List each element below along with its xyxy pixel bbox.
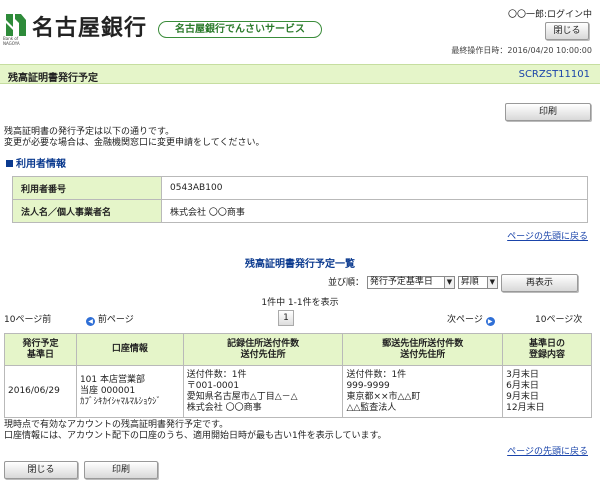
bank-logo-icon [6,14,26,36]
user-number-value: 0543AB100 [161,176,588,200]
section-square-icon [6,160,13,167]
cell-account: 101 本店営業部 当座 000001 ｶﾌﾞｼｷｶｲｼｬﾏﾙﾏﾙｼｮｳｼﾞ [75,365,184,418]
cell-date: 2016/06/29 [4,365,77,418]
pager-next: 次ページ ▶ [447,312,495,326]
col-header-registered: 基準日の 登録内容 [502,333,592,366]
col-header-record-address: 記録住所送付件数 送付先住所 [182,333,344,366]
screen-code: SCRZST11101 [518,69,590,80]
print-button-top[interactable]: 印刷 [505,103,591,121]
close-button-top[interactable]: 閉じる [545,22,589,40]
user-status: 〇〇一郎:ログイン中 [507,10,592,20]
print-button-bottom[interactable]: 印刷 [84,461,158,479]
page-title: 残高証明書発行予定 [8,73,98,84]
close-button-bottom[interactable]: 閉じる [4,461,78,479]
cell-mail-address: 送付件数：1件 999-9999 東京都××市△△町 △△監査法人 [342,365,504,418]
cell-record-address: 送付件数：1件 〒001-0001 愛知県名古屋市△丁目△－△ 株式会社 〇〇商… [182,365,344,418]
list-title: 残高証明書発行予定一覧 [245,259,355,270]
user-number-label: 利用者番号 [12,176,162,200]
sort-label: 並び順： [328,278,365,288]
back-to-top-link-bottom[interactable]: ページの先頭に戻る [507,444,588,457]
intro-text: 残高証明書の発行予定は以下の通りです。 変更が必要な場合は、金融機関窓口に変更申… [4,127,264,149]
col-header-date: 発行予定 基準日 [4,333,77,366]
intro-line-2: 変更が必要な場合は、金融機関窓口に変更申請をしてください。 [4,138,265,148]
col-header-mail-address: 郵送先住所送付件数 送付先住所 [342,333,504,366]
intro-line-1: 残高証明書の発行予定は以下の通りです。 [4,127,175,137]
pager-prev: ◀ 前ページ [86,312,134,326]
sort-key-select[interactable]: 発行予定基準日 ▼ [366,276,455,289]
note-line-1: 現時点で有効なアカウントの残高証明書発行予定です。 [4,420,229,430]
cell-registered: 3月末日 6月末日 9月末日 12月末日 [502,365,592,418]
pager-current-page[interactable]: 1 [278,310,294,326]
user-info-table: 利用者番号 0543AB100 法人名／個人事業者名 株式会社 〇〇商事 [12,176,588,223]
logo-subtext: Bank of NAGOYA [3,36,20,46]
pager-next10: 10ページ次 [535,315,583,325]
company-name-label: 法人名／個人事業者名 [12,199,162,223]
pager-prev10: 10ページ前 [4,315,52,325]
col-header-account: 口座情報 [75,333,184,366]
chevron-down-icon: ▼ [486,277,497,288]
redisplay-button[interactable]: 再表示 [501,274,578,292]
notes-text: 現時点で有効なアカウントの残高証明書発行予定です。 口座情報には、アカウント配下… [4,420,387,442]
bank-name: 名古屋銀行 [32,16,148,41]
back-to-top-link[interactable]: ページの先頭に戻る [507,229,588,242]
page-title-bar: 残高証明書発行予定 SCRZST11101 [0,64,600,84]
last-operation-time: 最終操作日時：2016/04/20 10:00:00 [451,46,592,55]
sort-order-select[interactable]: 昇順 ▼ [457,276,498,289]
table-row: 2016/06/29 101 本店営業部 当座 000001 ｶﾌﾞｼｷｶｲｼｬ… [4,365,592,418]
user-info-heading: 利用者情報 [6,155,66,170]
service-name-badge: 名古屋銀行でんさいサービス [158,21,322,38]
sort-controls: 並び順： 発行予定基準日 ▼ 昇順 ▼ [328,276,498,290]
company-name-value: 株式会社 〇〇商事 [161,199,588,223]
result-count: 1件中 1-1件を表示 [261,298,339,308]
table-row: 利用者番号 0543AB100 [12,176,588,200]
arrow-right-icon: ▶ [485,317,495,326]
arrow-left-icon: ◀ [86,317,95,326]
table-row: 法人名／個人事業者名 株式会社 〇〇商事 [12,199,588,223]
chevron-down-icon: ▼ [443,277,454,288]
schedule-table: 発行予定 基準日 口座情報 記録住所送付件数 送付先住所 郵送先住所送付件数 送付先住… [4,333,592,418]
table-header-row: 発行予定 基準日 口座情報 記録住所送付件数 送付先住所 郵送先住所送付件数 送付先住… [4,333,592,366]
note-line-2: 口座情報には、アカウント配下の口座のうち、適用開始日時が最も古い1件を表示してい… [4,431,387,441]
